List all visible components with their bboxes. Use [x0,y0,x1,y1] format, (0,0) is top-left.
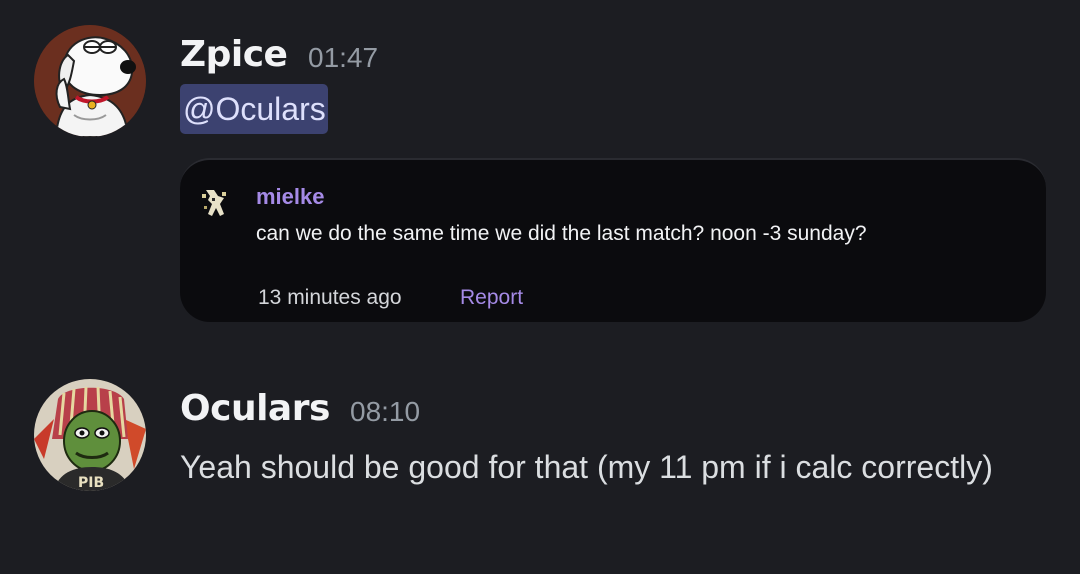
message-timestamp: 08:10 [350,396,421,427]
embed-text: can we do the same time we did the last … [256,222,867,245]
embed-time-ago: 13 minutes ago [258,286,402,309]
cartoon-dog-avatar-icon [34,25,146,137]
chat-view: Zpice 01:47 @Oculars mielke can we do th… [0,0,1080,574]
user-avatar-zpice[interactable] [34,25,146,137]
report-link[interactable]: Report [460,286,523,310]
message-content: Yeah should be good for that (my 11 pm i… [180,449,993,485]
quoted-message-embed: mielke can we do the same time we did th… [180,158,1046,322]
message-author[interactable]: Zpice [180,34,288,75]
embed-author[interactable]: mielke [256,184,325,210]
user-avatar-oculars[interactable]: PIB [34,379,146,491]
message-timestamp: 01:47 [308,42,379,73]
svg-text:PIB: PIB [78,475,104,491]
message-author[interactable]: Oculars [180,388,330,429]
green-face-dreadlocks-avatar-icon: PIB [34,379,146,491]
pixel-figure-icon [198,186,232,220]
user-mention[interactable]: @Oculars [180,84,328,134]
